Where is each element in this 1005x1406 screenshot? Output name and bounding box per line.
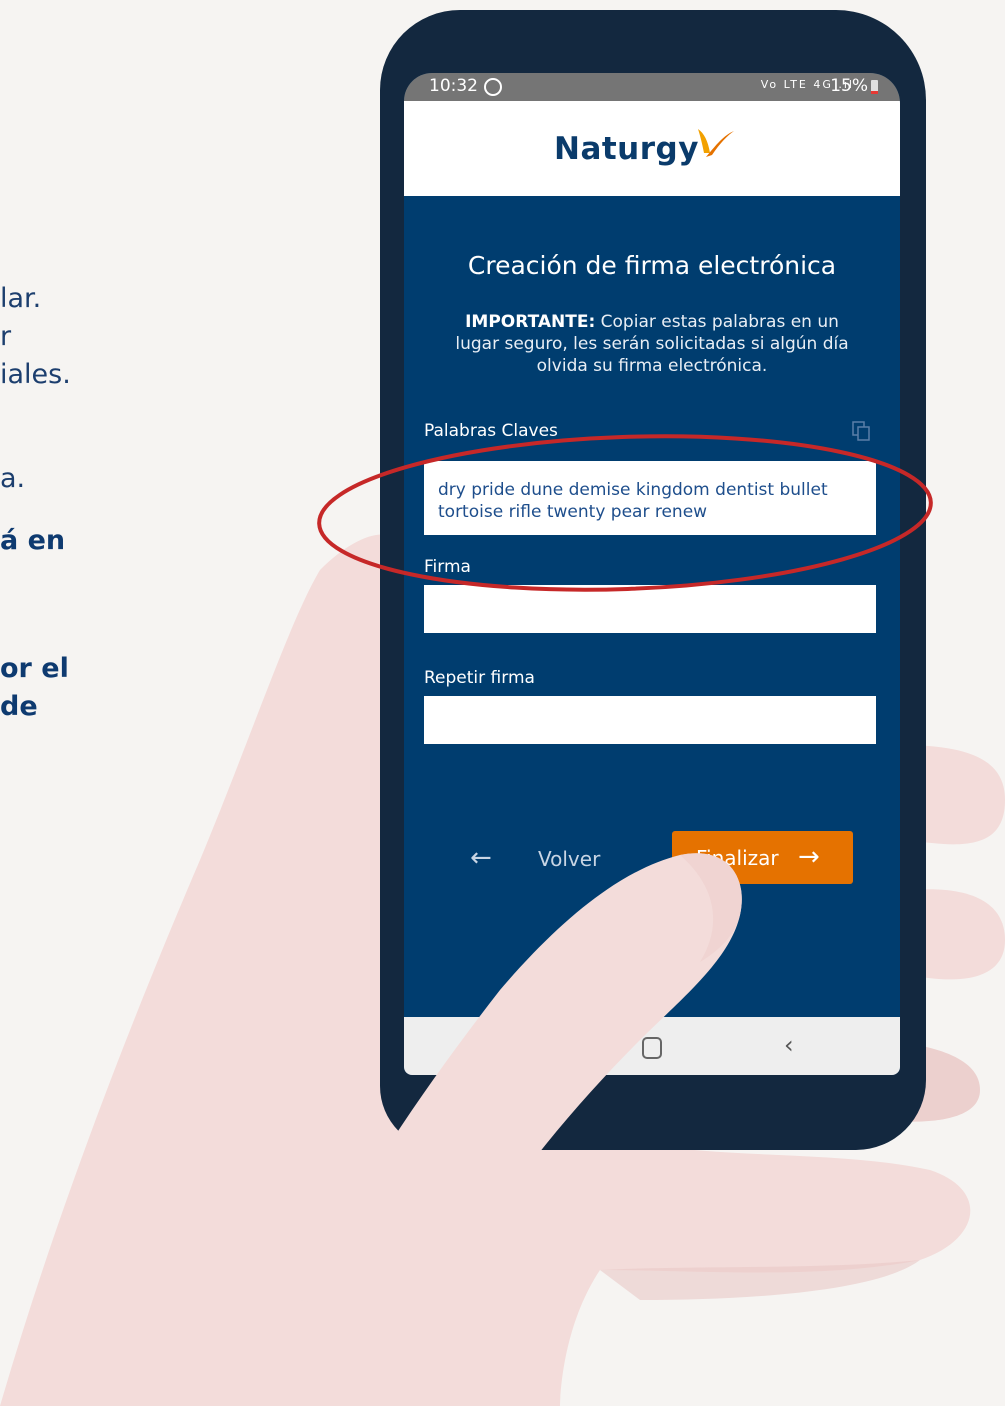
keywords-field[interactable]: dry pride dune demise kingdom dentist bu… [424,461,876,535]
finish-button[interactable]: Finalizar → [672,831,853,884]
signature-input[interactable] [424,585,876,633]
copy-icon[interactable] [852,421,870,441]
status-bar: 10:32 Vo LTE 4G .ıl 15% [404,73,900,101]
battery-icon [871,80,878,94]
back-button-label: Volver [538,847,601,871]
keywords-label: Palabras Claves [424,421,558,441]
naturgy-logo-text: Naturgy [554,131,699,167]
page-title: Creación de firma electrónica [467,251,837,280]
whatsapp-icon [484,78,502,96]
naturgy-logo-mark [698,129,734,157]
back-nav-icon[interactable]: ‹ [784,1031,794,1059]
repeat-signature-label: Repetir firma [424,668,535,688]
repeat-signature-input[interactable] [424,696,876,744]
stage: lar. r iales. a. á en or el de 10:32 Vo … [0,0,1005,1406]
arrow-right-icon: → [798,842,820,872]
home-icon[interactable] [642,1037,662,1059]
back-button[interactable]: ← Volver [470,833,620,883]
battery-level: 15% [830,76,868,96]
phone-screen: 10:32 Vo LTE 4G .ıl 15% Naturgy Creación… [404,73,900,1075]
status-time: 10:32 [429,76,478,96]
app-header: Naturgy [404,101,900,196]
important-label: IMPORTANTE: [465,312,596,332]
arrow-left-icon: ← [470,843,492,873]
signature-label: Firma [424,557,471,577]
android-nav-bar: ‹ [404,1017,900,1075]
finish-button-label: Finalizar [696,846,779,870]
important-note: IMPORTANTE: Copiar estas palabras en un … [450,311,854,377]
